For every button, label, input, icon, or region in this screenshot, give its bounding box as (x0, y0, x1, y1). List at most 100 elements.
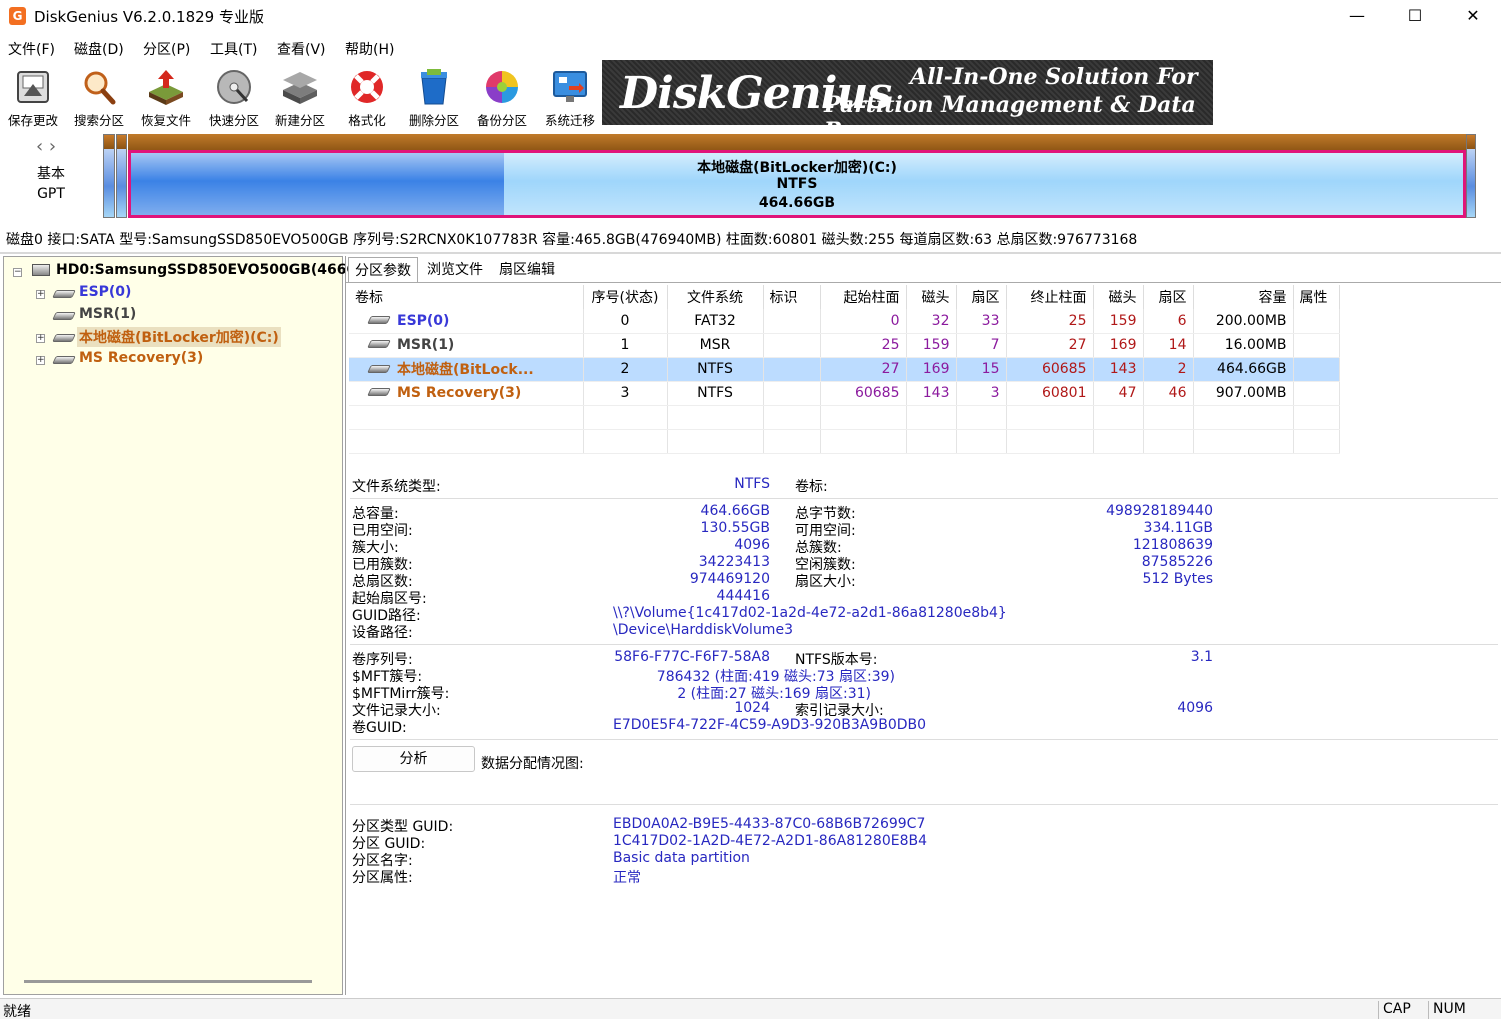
table-row-empty (349, 405, 1340, 430)
menu-file[interactable]: 文件(F) (8, 39, 55, 59)
partition-icon (367, 365, 391, 373)
partition-icon (367, 340, 391, 348)
col-end-sector[interactable]: 扇区 (1143, 285, 1194, 309)
tree-expand-icon[interactable]: + (36, 290, 45, 299)
tree-expand-icon[interactable]: + (36, 334, 45, 343)
window-title: DiskGenius V6.2.0.1829 专业版 (34, 8, 264, 26)
col-start-head[interactable]: 磁头 (906, 285, 957, 309)
partition-icon (52, 334, 76, 342)
table-row[interactable]: ESP(0) 0 FAT32 0 32 33 25 159 6 200.00MB (349, 309, 1340, 334)
minimize-button[interactable]: — (1328, 0, 1386, 34)
partition-table: 卷标 序号(状态) 文件系统 标识 起始柱面 磁头 扇区 终止柱面 磁头 扇区 … (349, 285, 1340, 454)
magnifier-icon (84, 71, 116, 105)
table-row[interactable]: MS Recovery(3) 3 NTFS 60685 143 3 60801 … (349, 381, 1340, 406)
system-migration-button[interactable]: 系统迁移 (537, 64, 603, 128)
right-panel: 分区参数 浏览文件 扇区编辑 卷标 序号(状态) 文件系统 标识 起始柱面 磁头… (345, 256, 1501, 995)
tree-scrollbar[interactable] (24, 980, 312, 983)
tree-expand-icon[interactable]: + (36, 356, 45, 365)
menu-help[interactable]: 帮助(H) (345, 39, 394, 59)
backup-partition-button[interactable]: 备份分区 (469, 64, 535, 128)
partition-block-c[interactable]: 本地磁盘(BitLocker加密)(C:) NTFS 464.66GB (128, 134, 1466, 218)
tab-partition-params[interactable]: 分区参数 (348, 257, 418, 283)
diskgenius-banner: DiskGenius All-In-One Solution For Parti… (602, 60, 1213, 144)
tree-item-recovery[interactable]: MS Recovery(3) (79, 350, 203, 366)
caps-indicator: CAP (1378, 1001, 1411, 1019)
tree-collapse-icon[interactable]: − (13, 268, 22, 277)
partition-block-recovery[interactable] (1466, 134, 1476, 218)
delete-partition-button[interactable]: 删除分区 (401, 64, 467, 128)
table-row-selected[interactable]: 本地磁盘(BitLock... 2 NTFS 27 169 15 60685 1… (349, 357, 1340, 382)
partition-icon (52, 356, 76, 364)
numlock-indicator: NUM (1428, 1001, 1466, 1019)
search-partition-button[interactable]: 搜索分区 (66, 64, 132, 128)
col-start-sector[interactable]: 扇区 (956, 285, 1007, 309)
partition-block-fs: NTFS (776, 176, 818, 192)
alloc-map-label: 数据分配情况图: (481, 756, 584, 772)
layers-icon (283, 72, 317, 104)
format-button[interactable]: 格式化 (334, 64, 400, 128)
col-attr[interactable]: 属性 (1293, 285, 1340, 309)
divider (0, 252, 1501, 254)
status-bar: 就绪 CAP NUM (0, 998, 1501, 1020)
close-button[interactable]: ✕ (1444, 0, 1501, 34)
hdd-icon (32, 264, 50, 276)
app-logo-icon: G (9, 7, 26, 25)
disk-tree: − HD0:SamsungSSD850EVO500GB(466G + ESP(0… (3, 256, 358, 995)
menu-disk[interactable]: 磁盘(D) (74, 39, 124, 59)
menu-tools[interactable]: 工具(T) (210, 39, 257, 59)
partition-block-name: 本地磁盘(BitLocker加密)(C:) (697, 160, 897, 176)
col-capacity[interactable]: 容量 (1193, 285, 1294, 309)
pie-icon (486, 71, 518, 103)
menu-partition[interactable]: 分区(P) (143, 39, 190, 59)
analyze-button[interactable]: 分析 (352, 746, 475, 772)
col-end-head[interactable]: 磁头 (1093, 285, 1144, 309)
col-fs[interactable]: 文件系统 (667, 285, 764, 309)
fs-type-value: NTFS (734, 476, 770, 492)
col-index[interactable]: 序号(状态) (583, 285, 668, 309)
lifebuoy-icon (351, 71, 383, 103)
save-icon (17, 71, 49, 103)
trash-icon (421, 69, 447, 105)
partition-block-msr[interactable] (116, 134, 127, 218)
col-id[interactable]: 标识 (763, 285, 821, 309)
col-start-cyl[interactable]: 起始柱面 (820, 285, 907, 309)
tree-disk-hd0[interactable]: HD0:SamsungSSD850EVO500GB(466G (56, 262, 358, 278)
status-text: 就绪 (3, 1004, 31, 1020)
new-partition-button[interactable]: 新建分区 (267, 64, 333, 128)
quick-partition-button[interactable]: 快速分区 (201, 64, 267, 128)
tree-item-c[interactable]: 本地磁盘(BitLocker加密)(C:) (77, 327, 281, 347)
partition-attr: 正常 (613, 870, 641, 886)
partition-icon (52, 312, 76, 320)
col-volume[interactable]: 卷标 (349, 285, 584, 309)
disk-nav-arrows-icon[interactable]: ‹ › (36, 136, 56, 157)
disk-info-line: 磁盘0 接口:SATA 型号:SamsungSSD850EVO500GB 序列号… (6, 232, 1138, 248)
menu-bar: 文件(F) 磁盘(D) 分区(P) 工具(T) 查看(V) 帮助(H) (0, 36, 1501, 60)
partition-icon (367, 315, 391, 324)
partition-icon (52, 290, 76, 298)
banner-line1: All-In-One Solution For (910, 64, 1198, 90)
partition-block-esp[interactable] (103, 134, 115, 218)
maximize-button[interactable]: ☐ (1386, 0, 1444, 34)
recover-icon (149, 70, 183, 105)
table-row[interactable]: MSR(1) 1 MSR 25 159 7 27 169 14 16.00MB (349, 333, 1340, 358)
disk-icon (217, 70, 251, 104)
tab-sector-edit[interactable]: 扇区编辑 (493, 257, 561, 283)
partition-icon (367, 388, 391, 396)
title-bar: G DiskGenius V6.2.0.1829 专业版 — ☐ ✕ (0, 0, 1501, 34)
disk-map: ‹ › 基本 GPT 本地磁盘(BitLocker加密)(C:) NTFS 46… (0, 128, 1501, 224)
monitor-icon (553, 71, 587, 102)
tree-item-esp[interactable]: ESP(0) (79, 284, 131, 300)
table-row-empty (349, 429, 1340, 454)
tree-item-msr[interactable]: MSR(1) (79, 306, 136, 322)
recover-files-button[interactable]: 恢复文件 (133, 64, 199, 128)
col-end-cyl[interactable]: 终止柱面 (1006, 285, 1094, 309)
partition-block-size: 464.66GB (758, 195, 836, 211)
table-header-row: 卷标 序号(状态) 文件系统 标识 起始柱面 磁头 扇区 终止柱面 磁头 扇区 … (349, 285, 1340, 309)
partition-type-guid: EBD0A0A2-B9E5-4433-87C0-68B6B72699C7 (613, 816, 926, 832)
disk-type-label: 基本 GPT (37, 166, 65, 202)
partition-name: Basic data partition (613, 850, 750, 866)
partition-guid: 1C417D02-1A2D-4E72-A2D1-86A81280E8B4 (613, 833, 928, 849)
tab-browse-files[interactable]: 浏览文件 (421, 257, 489, 283)
menu-view[interactable]: 查看(V) (277, 39, 326, 59)
save-changes-button[interactable]: 保存更改 (0, 64, 66, 128)
